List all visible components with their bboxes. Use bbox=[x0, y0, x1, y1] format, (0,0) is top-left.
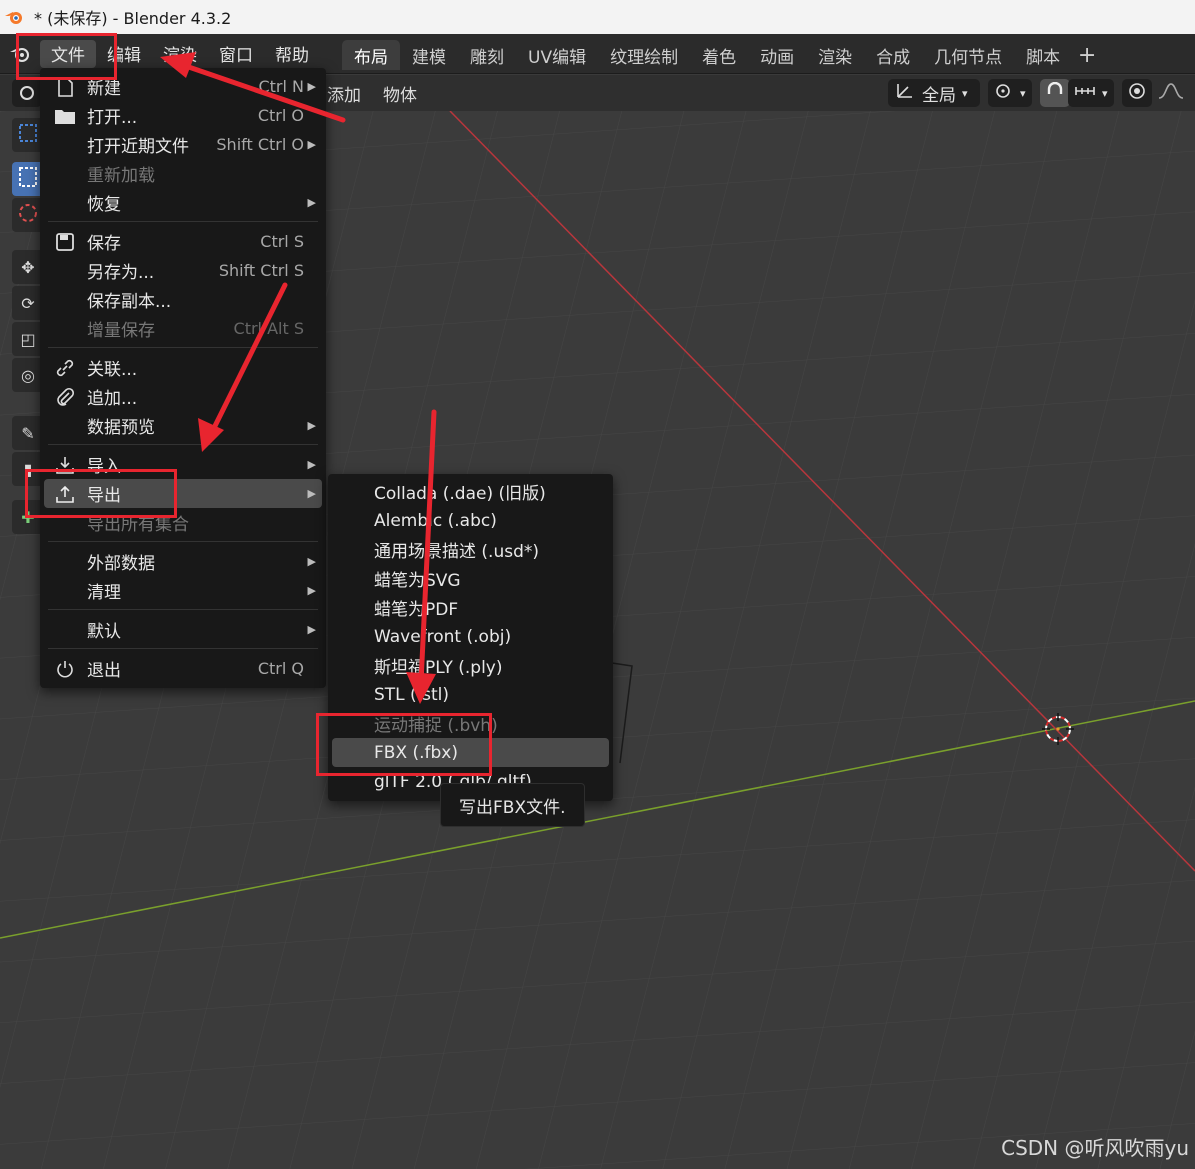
file-menu-open[interactable]: 打开... Ctrl O bbox=[40, 101, 326, 130]
rotate-icon: ⟳ bbox=[21, 293, 35, 313]
select-tweak-icon bbox=[18, 166, 38, 192]
annotation-box-export bbox=[25, 469, 177, 518]
save-icon bbox=[54, 231, 76, 253]
3d-cursor-icon[interactable] bbox=[1042, 713, 1074, 745]
file-menu-cleanup[interactable]: 清理 ▶ bbox=[40, 576, 326, 605]
snap-toggle-button[interactable] bbox=[1040, 79, 1070, 107]
annotate-icon: ✎ bbox=[21, 423, 35, 443]
annotation-box-file-menu bbox=[16, 33, 117, 80]
file-menu-save[interactable]: 保存 Ctrl S bbox=[40, 227, 326, 256]
menu-separator bbox=[48, 648, 318, 649]
submenu-arrow-icon: ▶ bbox=[307, 584, 316, 597]
menu-separator bbox=[48, 609, 318, 610]
export-grease-pencil-svg[interactable]: 蜡笔为SVG bbox=[328, 564, 613, 593]
export-grease-pencil-pdf[interactable]: 蜡笔为PDF bbox=[328, 593, 613, 622]
falloff-dropdown[interactable] bbox=[1152, 79, 1195, 107]
magnet-icon bbox=[1046, 81, 1064, 105]
chevron-down-icon: ▾ bbox=[1020, 86, 1026, 100]
annotation-box-fbx bbox=[316, 713, 492, 776]
tab-geometry-nodes[interactable]: 几何节点 bbox=[922, 40, 1014, 70]
menu-separator bbox=[48, 444, 318, 445]
transform-orientation-dropdown[interactable]: 全局 ▾ bbox=[888, 79, 980, 107]
power-icon bbox=[54, 658, 76, 680]
file-menu-revert: 重新加载 bbox=[87, 166, 155, 186]
tab-uv-editing[interactable]: UV编辑 bbox=[516, 40, 598, 70]
menu-help[interactable]: 帮助 bbox=[264, 40, 320, 68]
tab-sculpting[interactable]: 雕刻 bbox=[458, 40, 516, 70]
proportional-edit-icon bbox=[1128, 82, 1146, 105]
tab-scripting[interactable]: 脚本 bbox=[1014, 40, 1072, 70]
falloff-curve-icon bbox=[1158, 82, 1184, 105]
file-menu-append[interactable]: 追加... bbox=[40, 382, 326, 411]
submenu-arrow-icon: ▶ bbox=[307, 419, 316, 432]
orientation-axes-icon bbox=[894, 81, 916, 106]
object-menu[interactable]: 物体 bbox=[383, 81, 417, 106]
submenu-arrow-icon: ▶ bbox=[307, 80, 316, 93]
export-usd[interactable]: 通用场景描述 (.usd*) bbox=[328, 535, 613, 564]
file-menu-data-previews[interactable]: 数据预览 ▶ bbox=[40, 411, 326, 440]
tab-shading[interactable]: 着色 bbox=[690, 40, 748, 70]
window-title: * (未保存) - Blender 4.3.2 bbox=[34, 9, 232, 28]
move-icon: ✥ bbox=[21, 257, 35, 277]
select-box-icon bbox=[18, 123, 38, 147]
tab-layout[interactable]: 布局 bbox=[342, 40, 400, 70]
tab-texture-paint[interactable]: 纹理绘制 bbox=[598, 40, 690, 70]
file-menu-open-recent[interactable]: 打开近期文件 Shift Ctrl O ▶ bbox=[40, 130, 326, 159]
submenu-arrow-icon: ▶ bbox=[307, 487, 316, 500]
tab-compositing[interactable]: 合成 bbox=[864, 40, 922, 70]
file-menu-defaults[interactable]: 默认 ▶ bbox=[40, 615, 326, 644]
paperclip-icon bbox=[54, 386, 76, 408]
pivot-point-dropdown[interactable]: ▾ bbox=[988, 79, 1032, 107]
blender-logo-icon bbox=[0, 0, 28, 34]
submenu-arrow-icon: ▶ bbox=[307, 196, 316, 209]
workspace-tabs: 布局 建模 雕刻 UV编辑 纹理绘制 着色 动画 渲染 合成 几何节点 脚本 + bbox=[342, 40, 1102, 70]
menu-separator bbox=[48, 541, 318, 542]
add-workspace-button[interactable]: + bbox=[1072, 40, 1102, 70]
transform-icon: ◎ bbox=[21, 365, 35, 385]
file-menu-save-as[interactable]: 另存为... Shift Ctrl S bbox=[40, 256, 326, 285]
menu-render[interactable]: 渲染 bbox=[152, 40, 208, 68]
file-menu-recover[interactable]: 恢复 ▶ bbox=[40, 188, 326, 217]
scale-icon: ◰ bbox=[20, 329, 36, 349]
file-menu-link[interactable]: 关联... bbox=[40, 353, 326, 382]
tab-animation[interactable]: 动画 bbox=[748, 40, 806, 70]
chevron-down-icon: ▾ bbox=[962, 86, 968, 100]
pivot-icon bbox=[994, 81, 1014, 106]
tooltip: 写出FBX文件. bbox=[440, 783, 585, 827]
file-menu: 新建 Ctrl N ▶ 打开... Ctrl O 打开近期文件 Shift Ct… bbox=[40, 68, 326, 688]
file-menu-external-data[interactable]: 外部数据 ▶ bbox=[40, 547, 326, 576]
file-menu-save-copy[interactable]: 保存副本... bbox=[40, 285, 326, 314]
file-menu-quit[interactable]: 退出 Ctrl Q bbox=[40, 654, 326, 683]
submenu-arrow-icon: ▶ bbox=[307, 623, 316, 636]
proportional-edit-toggle[interactable] bbox=[1122, 79, 1152, 107]
export-stanford-ply[interactable]: 斯坦福PLY (.ply) bbox=[328, 651, 613, 680]
watermark: CSDN @听风吹雨yu bbox=[1001, 1136, 1189, 1160]
submenu-arrow-icon: ▶ bbox=[307, 138, 316, 151]
tab-modeling[interactable]: 建模 bbox=[400, 40, 458, 70]
snap-increment-icon bbox=[1074, 82, 1096, 105]
export-alembic[interactable]: Alembic (.abc) bbox=[328, 506, 613, 535]
submenu-arrow-icon: ▶ bbox=[307, 555, 316, 568]
editor-type-icon[interactable] bbox=[12, 79, 42, 107]
menu-window[interactable]: 窗口 bbox=[208, 40, 264, 68]
chevron-down-icon: ▾ bbox=[1102, 86, 1108, 100]
window-titlebar: * (未保存) - Blender 4.3.2 bbox=[0, 0, 1195, 34]
file-menu-save-incremental: 增量保存 Ctrl Alt S bbox=[87, 319, 304, 341]
export-collada[interactable]: Collada (.dae) (旧版) bbox=[328, 477, 613, 506]
add-menu[interactable]: 添加 bbox=[327, 81, 361, 106]
submenu-arrow-icon: ▶ bbox=[307, 458, 316, 471]
link-icon bbox=[54, 357, 76, 379]
export-stl[interactable]: STL (.stl) bbox=[328, 680, 613, 709]
transform-orientation-value: 全局 bbox=[922, 85, 956, 106]
menu-separator bbox=[48, 347, 318, 348]
tab-rendering[interactable]: 渲染 bbox=[806, 40, 864, 70]
menu-separator bbox=[48, 221, 318, 222]
export-wavefront-obj[interactable]: Wavefront (.obj) bbox=[328, 622, 613, 651]
cursor-tool-icon bbox=[17, 202, 39, 228]
folder-icon bbox=[54, 105, 76, 127]
snap-target-dropdown[interactable]: ▾ bbox=[1068, 79, 1114, 107]
